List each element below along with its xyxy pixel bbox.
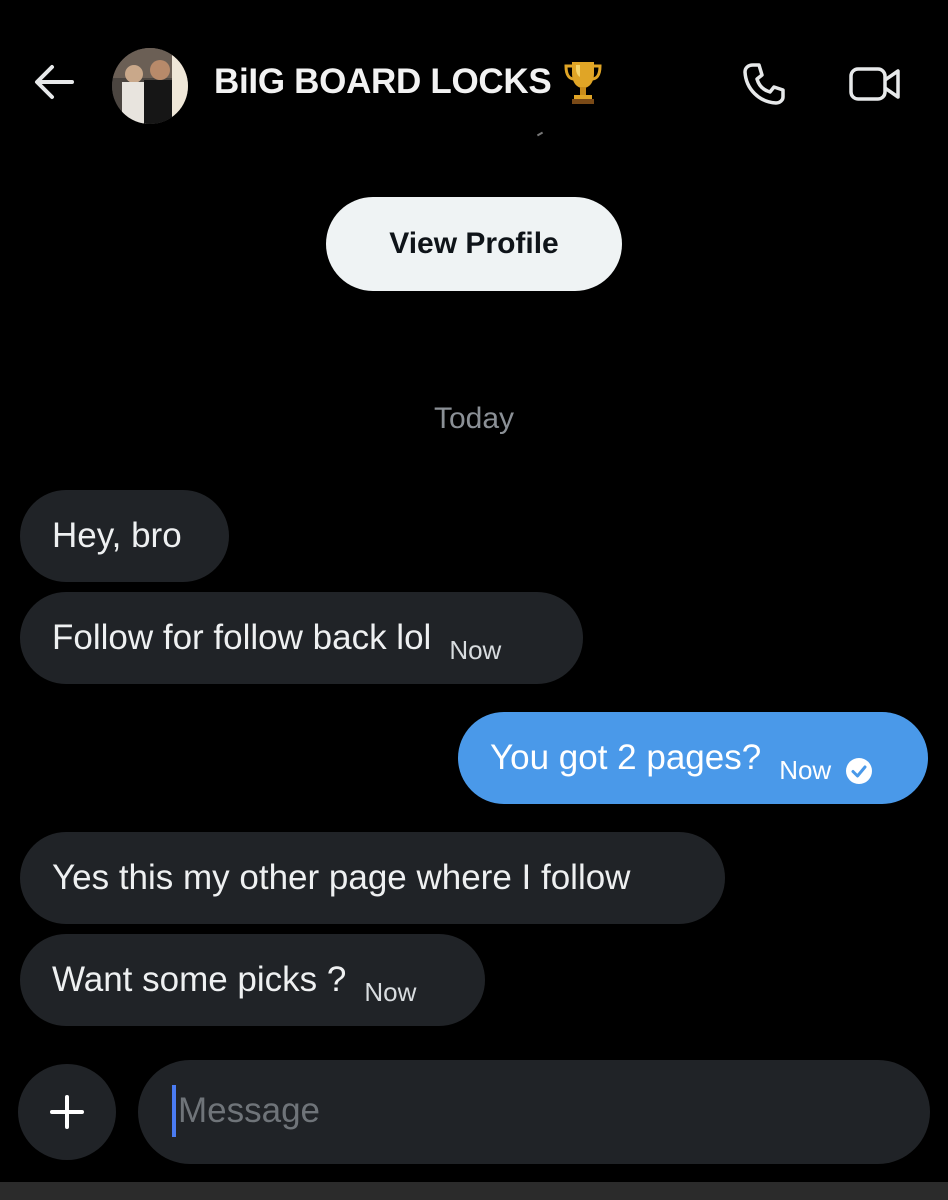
message-bubble-incoming[interactable]: Want some picks ? Now (20, 934, 485, 1026)
video-call-button[interactable] (848, 62, 902, 106)
message-bubble-incoming[interactable]: Hey, bro (20, 490, 229, 582)
dm-conversation-screen: BiIG BOARD LOCKS View Profile Today Hey,… (0, 0, 948, 1200)
date-separator: Today (433, 402, 515, 435)
voice-call-button[interactable] (740, 60, 788, 108)
message-text: Follow for follow back lol (52, 618, 432, 657)
message-text: You got 2 pages? (490, 738, 762, 777)
avatar-image-icon (112, 48, 188, 124)
bottom-edge-bar (0, 1182, 948, 1200)
message-bubble-incoming[interactable]: Yes this my other page where I follow (20, 832, 725, 924)
phone-icon (743, 63, 785, 105)
handle-fragment (536, 131, 544, 137)
avatar[interactable] (112, 48, 188, 124)
message-text: Yes this my other page where I follow (52, 858, 631, 897)
add-attachment-button[interactable] (18, 1064, 116, 1160)
message-text: Hey, bro (52, 516, 182, 555)
message-timestamp: Now (364, 976, 417, 1007)
plus-icon (50, 1095, 84, 1129)
video-camera-icon (849, 67, 900, 101)
read-receipt-check-icon (845, 754, 873, 784)
back-button[interactable] (32, 62, 76, 102)
message-text: Want some picks ? (52, 960, 347, 999)
message-bubble-incoming[interactable]: Follow for follow back lol Now (20, 592, 583, 684)
message-bubble-outgoing[interactable]: You got 2 pages? Now (458, 712, 928, 804)
back-arrow-icon (35, 65, 74, 99)
message-input[interactable] (138, 1060, 930, 1164)
message-timestamp: Now (449, 634, 502, 665)
conversation-title[interactable]: BiIG BOARD LOCKS (214, 58, 603, 106)
message-timestamp: Now (779, 754, 832, 785)
trophy-icon (563, 59, 603, 105)
conversation-title-text: BiIG BOARD LOCKS (214, 62, 552, 101)
text-caret (172, 1085, 176, 1137)
view-profile-button[interactable]: View Profile (326, 197, 622, 291)
